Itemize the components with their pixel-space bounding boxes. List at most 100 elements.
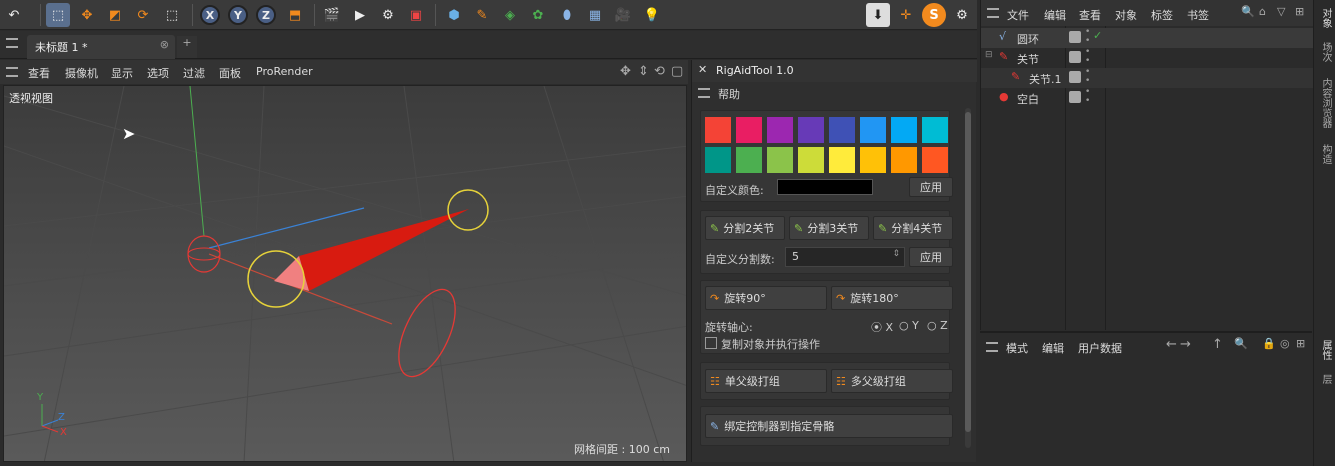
layer-toggle-icon[interactable] <box>1069 51 1081 63</box>
origin-null-circle[interactable] <box>187 235 221 273</box>
undo-icon[interactable]: ↶ <box>2 3 26 27</box>
color-swatch[interactable] <box>705 147 731 173</box>
scale-tool-icon[interactable]: ◩ <box>103 3 127 27</box>
visibility-dots-icon[interactable]: • • <box>1085 88 1090 106</box>
menu-user-data[interactable]: 用户数据 <box>1078 340 1122 356</box>
menu-edit[interactable]: 编辑 <box>1042 340 1064 356</box>
apply-split-button[interactable]: 应用 <box>909 247 953 267</box>
side-tab-attributes[interactable]: 属性 <box>1318 340 1333 360</box>
single-group-button[interactable]: ☷ 单父级打组 <box>705 369 827 393</box>
menu-file[interactable]: 文件 <box>1007 7 1029 23</box>
joint-bone[interactable] <box>299 209 469 291</box>
menu-icon[interactable] <box>986 342 998 352</box>
side-tab-layers[interactable]: 层 <box>1318 374 1333 384</box>
render-settings-icon[interactable]: ⚙ <box>376 3 400 27</box>
side-tab-takes[interactable]: 场次 <box>1318 42 1333 62</box>
maximize-icon[interactable]: ▢ <box>671 64 683 79</box>
color-swatch[interactable] <box>829 147 855 173</box>
menu-edit[interactable]: 编辑 <box>1044 7 1066 23</box>
visibility-dots-icon[interactable]: • • <box>1085 28 1090 46</box>
close-icon[interactable]: ✕ <box>698 63 707 76</box>
add-tab-button[interactable]: + <box>177 36 197 58</box>
multi-group-button[interactable]: ☷ 多父级打组 <box>831 369 953 393</box>
floor-icon[interactable]: ▦ <box>583 3 607 27</box>
visibility-dots-icon[interactable]: • • <box>1085 48 1090 66</box>
plugin-s-icon[interactable]: S <box>922 3 946 27</box>
axis-radio-z[interactable]: ○ Z <box>927 319 948 332</box>
cube-icon[interactable]: ⬢ <box>442 3 466 27</box>
layout-icon[interactable]: ⚙ <box>950 3 974 27</box>
pan-icon[interactable]: ✥ <box>620 64 631 79</box>
object-row-joint[interactable]: ⊟ ✎ 关节 • • <box>981 48 1313 68</box>
color-swatch[interactable] <box>705 117 731 143</box>
axis-z-button[interactable]: Z <box>256 5 276 25</box>
color-swatch[interactable] <box>798 147 824 173</box>
menu-tags[interactable]: 标签 <box>1151 7 1173 23</box>
object-row-torus[interactable]: √ 圆环 • • ✓ <box>981 28 1313 48</box>
render-picture-viewer-icon[interactable]: ▶ <box>348 3 372 27</box>
render-view-icon[interactable]: 🎬 <box>320 3 344 27</box>
live-select-icon[interactable]: ⬚ <box>160 3 184 27</box>
stepper-icon[interactable]: ⇕ <box>892 249 900 259</box>
axis-y-button[interactable]: Y <box>228 5 248 25</box>
help-menu[interactable]: 帮助 <box>718 86 740 102</box>
custom-color-field[interactable] <box>777 179 873 195</box>
new-window-icon[interactable]: ⊞ <box>1296 337 1305 350</box>
rotate90-button[interactable]: ↷ 旋转90° <box>705 286 827 310</box>
back-icon[interactable]: ← <box>1166 337 1177 352</box>
menu-icon[interactable] <box>698 88 710 98</box>
color-swatch[interactable] <box>767 147 793 173</box>
layer-toggle-icon[interactable] <box>1069 91 1081 103</box>
move-tool-icon[interactable]: ✥ <box>75 3 99 27</box>
side-tab-objects[interactable]: 对象 <box>1318 8 1333 28</box>
menu-panel[interactable]: 面板 <box>219 65 241 81</box>
orbit-icon[interactable]: ⟲ <box>654 64 665 79</box>
menu-options[interactable]: 选项 <box>147 65 169 81</box>
new-window-icon[interactable]: ⊞ <box>1295 5 1304 18</box>
side-tab-content-browser[interactable]: 内容浏览器 <box>1318 78 1333 128</box>
up-icon[interactable]: ↑ <box>1212 337 1223 352</box>
layer-toggle-icon[interactable] <box>1069 31 1081 43</box>
joint-1-ring[interactable] <box>447 189 489 231</box>
scrollbar[interactable] <box>965 108 971 448</box>
color-swatch[interactable] <box>891 117 917 143</box>
menu-display[interactable]: 显示 <box>111 65 133 81</box>
menu-bookmarks[interactable]: 书签 <box>1187 7 1209 23</box>
subdivision-icon[interactable]: ◈ <box>498 3 522 27</box>
color-swatch[interactable] <box>922 117 948 143</box>
filter-icon[interactable]: ▽ <box>1277 5 1285 18</box>
lock-icon[interactable]: 🔒 <box>1262 337 1276 350</box>
split3-button[interactable]: ✎ 分割3关节 <box>789 216 869 240</box>
camera-icon[interactable]: 🎥 <box>611 3 635 27</box>
object-row-joint-1[interactable]: ✎ 关节.1 • • <box>981 68 1313 88</box>
pen-icon[interactable]: ✎ <box>470 3 494 27</box>
light-icon[interactable]: 💡 <box>640 3 664 27</box>
target-icon[interactable]: ◎ <box>1280 337 1290 350</box>
color-swatch[interactable] <box>736 117 762 143</box>
color-swatch[interactable] <box>736 147 762 173</box>
axis-x-button[interactable]: X <box>200 5 220 25</box>
color-swatch[interactable] <box>860 147 886 173</box>
copy-checkbox[interactable] <box>705 337 717 349</box>
collapse-icon[interactable]: ⊟ <box>985 50 993 60</box>
color-swatch[interactable] <box>860 117 886 143</box>
rotate-tool-icon[interactable]: ⟳ <box>131 3 155 27</box>
search-icon[interactable]: 🔍 <box>1241 5 1255 18</box>
menu-camera[interactable]: 摄像机 <box>65 65 98 81</box>
menu-filter[interactable]: 过滤 <box>183 65 205 81</box>
home-icon[interactable]: ⌂ <box>1259 5 1266 18</box>
layer-toggle-icon[interactable] <box>1069 71 1081 83</box>
split2-button[interactable]: ✎ 分割2关节 <box>705 216 785 240</box>
side-tab-structure[interactable]: 构造 <box>1318 144 1333 164</box>
menu-icon[interactable] <box>6 38 18 48</box>
split4-button[interactable]: ✎ 分割4关节 <box>873 216 953 240</box>
snap-icon[interactable]: ✛ <box>894 3 918 27</box>
close-icon[interactable]: ⊗ <box>160 38 169 51</box>
zoom-icon[interactable]: ⇕ <box>638 64 649 79</box>
menu-icon[interactable] <box>987 8 999 18</box>
color-swatch[interactable] <box>798 117 824 143</box>
menu-object[interactable]: 对象 <box>1115 7 1137 23</box>
color-swatch[interactable] <box>891 147 917 173</box>
rotate180-button[interactable]: ↷ 旋转180° <box>831 286 953 310</box>
perspective-viewport[interactable]: 透视视图 Y Z X 网格间距 : 100 cm ➤ <box>3 85 687 462</box>
